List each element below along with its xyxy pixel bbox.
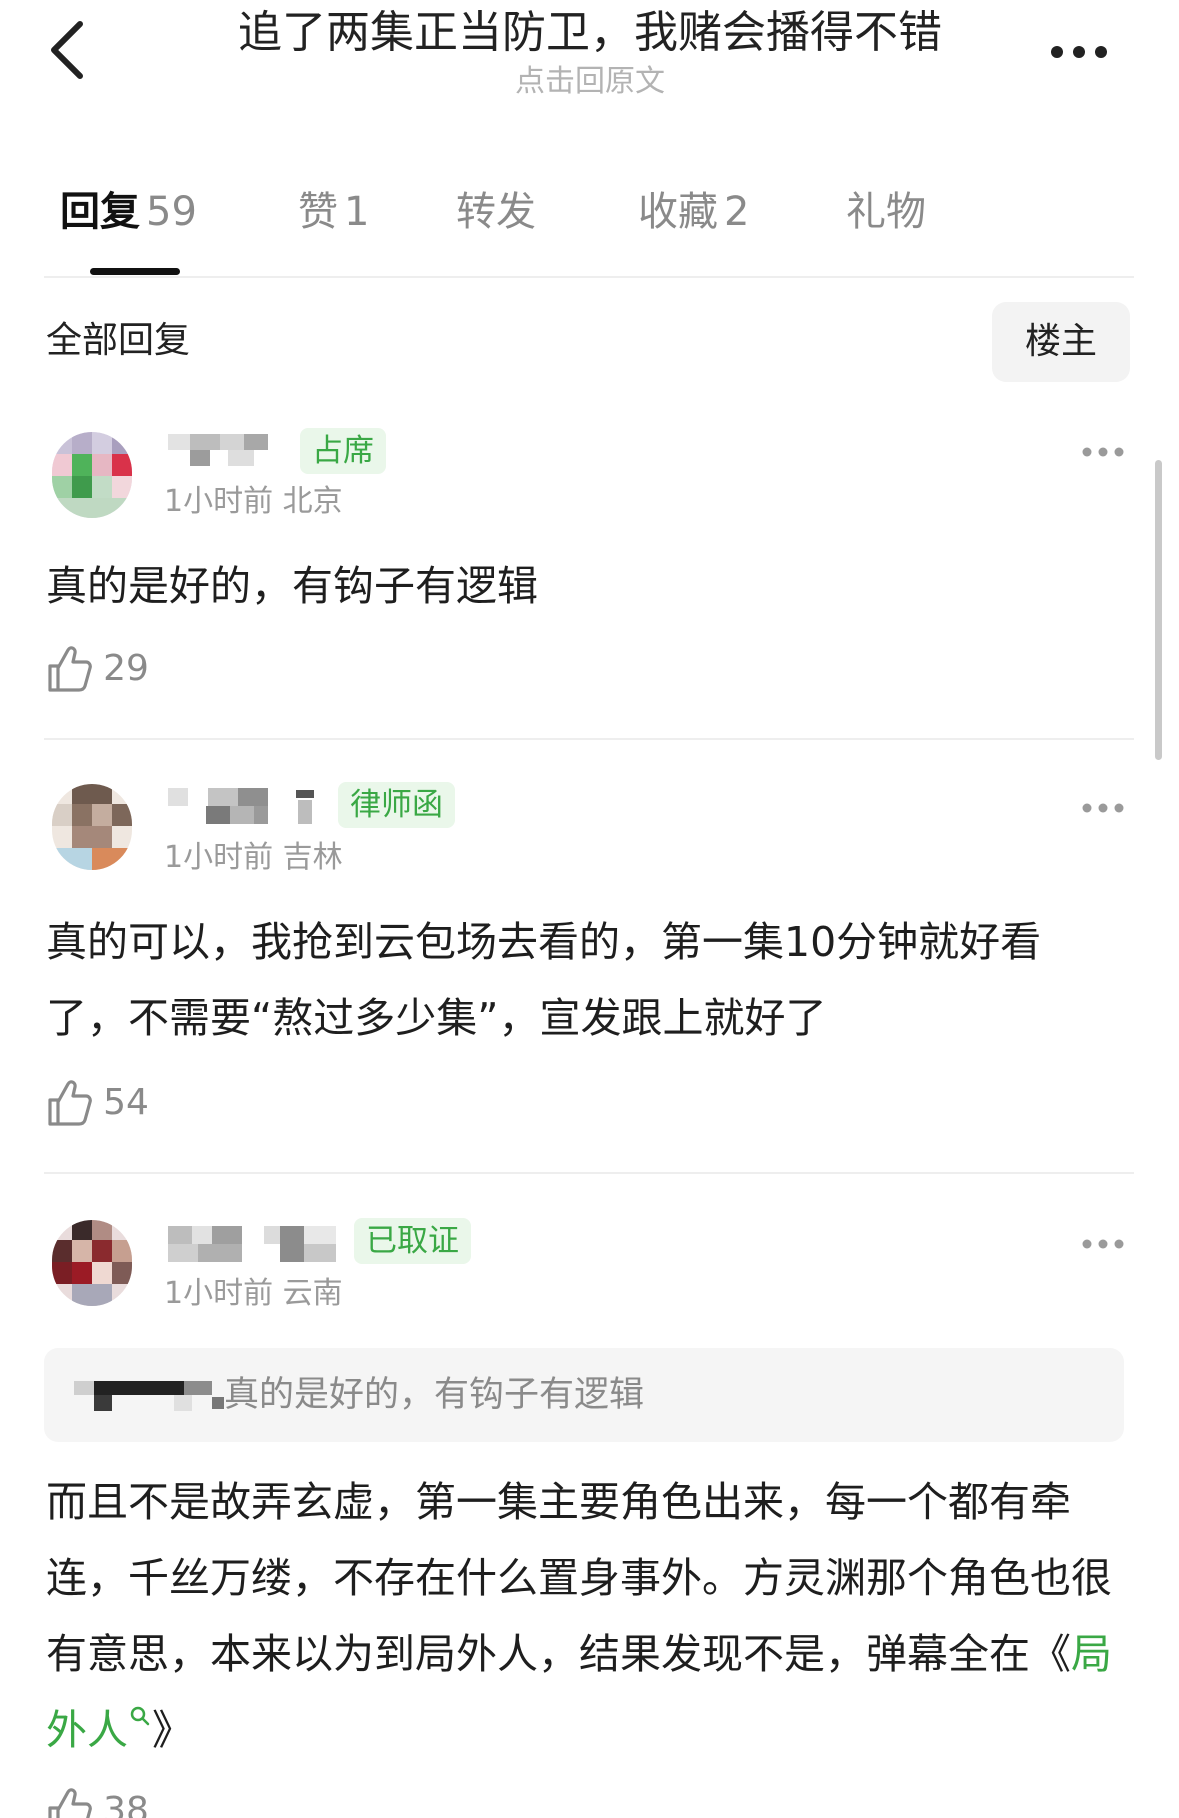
- comment-text-end: 》: [152, 1706, 193, 1754]
- redacted-name-image: [168, 788, 314, 824]
- username-redacted[interactable]: [168, 786, 318, 826]
- header: 追了两集正当防卫，我赌会播得不错 点击回原文: [0, 0, 1179, 120]
- comment-more-button[interactable]: [1080, 1234, 1126, 1254]
- more-dots-icon: [1082, 803, 1124, 813]
- title-block[interactable]: 追了两集正当防卫，我赌会播得不错 点击回原文: [170, 4, 1010, 102]
- tabs-divider: [44, 276, 1134, 278]
- tab-count: 2: [724, 189, 750, 235]
- op-only-filter-button[interactable]: 楼主: [992, 302, 1130, 382]
- like-button[interactable]: 38: [46, 1786, 149, 1818]
- thumbs-up-icon: [48, 1788, 92, 1818]
- tab-label: 转发: [456, 189, 536, 235]
- like-button[interactable]: 29: [46, 644, 149, 698]
- comment-text: 而且不是故弄玄虚，第一集主要角色出来，每一个都有牵连，千丝万缕，不存在什么置身事…: [46, 1478, 1112, 1678]
- user-badge: 已取证: [354, 1218, 471, 1264]
- chevron-left-icon: [51, 21, 83, 79]
- back-button[interactable]: [40, 10, 96, 90]
- comment-meta: 1小时前 吉林: [164, 840, 343, 875]
- comment-content: 真的可以，我抢到云包场去看的，第一集10分钟就好看了，不需要“熬过多少集”，宣发…: [46, 918, 1042, 1042]
- tab-bar: 回复 59 赞1 转发 收藏 2 礼物: [0, 170, 1179, 280]
- comment-more-button[interactable]: [1080, 798, 1126, 818]
- tab-label: 回复: [60, 189, 140, 235]
- comment-content: 真的是好的，有钩子有逻辑: [46, 562, 538, 610]
- tab-favorites[interactable]: 收藏 2: [638, 182, 749, 242]
- tab-reposts[interactable]: 转发: [456, 182, 536, 242]
- avatar-image: [52, 1220, 132, 1306]
- more-dots-icon: [1051, 46, 1107, 58]
- avatar-image: [52, 784, 132, 870]
- avatar[interactable]: [52, 784, 132, 870]
- redacted-name-image: [74, 1381, 224, 1411]
- tab-count: 1: [344, 189, 370, 235]
- active-tab-indicator: [90, 268, 180, 275]
- tab-label: 礼物: [846, 189, 926, 235]
- username-redacted[interactable]: [168, 1224, 338, 1264]
- quoted-username-redacted: [74, 1375, 224, 1415]
- comment-more-button[interactable]: [1080, 442, 1126, 462]
- scrollbar[interactable]: [1155, 460, 1162, 760]
- like-button[interactable]: 54: [46, 1078, 149, 1132]
- comment-divider: [44, 738, 1134, 740]
- more-dots-icon: [1082, 1239, 1124, 1249]
- tab-count: 59: [146, 189, 197, 235]
- comment-meta: 1小时前 北京: [164, 484, 343, 519]
- quoted-reply[interactable]: 真的是好的，有钩子有逻辑: [44, 1348, 1124, 1442]
- avatar[interactable]: [52, 432, 132, 518]
- section-title: 全部回复: [46, 320, 191, 361]
- tab-label: 赞: [298, 189, 338, 235]
- tab-label: 收藏: [638, 189, 718, 235]
- more-button[interactable]: [1039, 30, 1119, 70]
- username-redacted[interactable]: [168, 430, 288, 470]
- like-count: 54: [103, 1082, 149, 1123]
- comment-meta: 1小时前 云南: [164, 1276, 343, 1311]
- user-badge: 占席: [300, 428, 386, 474]
- redacted-name-image: [168, 1226, 336, 1262]
- more-dots-icon: [1082, 447, 1124, 457]
- tab-gifts[interactable]: 礼物: [846, 182, 926, 242]
- thumbs-up-icon: [48, 1080, 92, 1126]
- comment-divider: [44, 1172, 1134, 1174]
- avatar-image: [52, 432, 132, 518]
- search-icon: [128, 1704, 152, 1728]
- redacted-name-image: [168, 434, 268, 466]
- avatar[interactable]: [52, 1220, 132, 1306]
- thumbs-up-icon: [48, 646, 92, 692]
- tab-likes[interactable]: 赞1: [298, 182, 369, 242]
- quoted-text: 真的是好的，有钩子有逻辑: [224, 1375, 645, 1415]
- tab-replies[interactable]: 回复 59: [60, 182, 197, 242]
- back-to-original-link[interactable]: 点击回原文: [170, 62, 1010, 102]
- post-title: 追了两集正当防卫，我赌会播得不错: [238, 7, 942, 58]
- post-replies-page: 追了两集正当防卫，我赌会播得不错 点击回原文 回复 59 赞1 转发 收藏 2 礼物: [0, 0, 1179, 1818]
- comment-content: 而且不是故弄玄虚，第一集主要角色出来，每一个都有牵连，千丝万缕，不存在什么置身事…: [46, 1464, 1116, 1768]
- like-count: 38: [103, 1790, 149, 1818]
- like-count: 29: [103, 648, 149, 689]
- user-badge: 律师函: [338, 782, 455, 828]
